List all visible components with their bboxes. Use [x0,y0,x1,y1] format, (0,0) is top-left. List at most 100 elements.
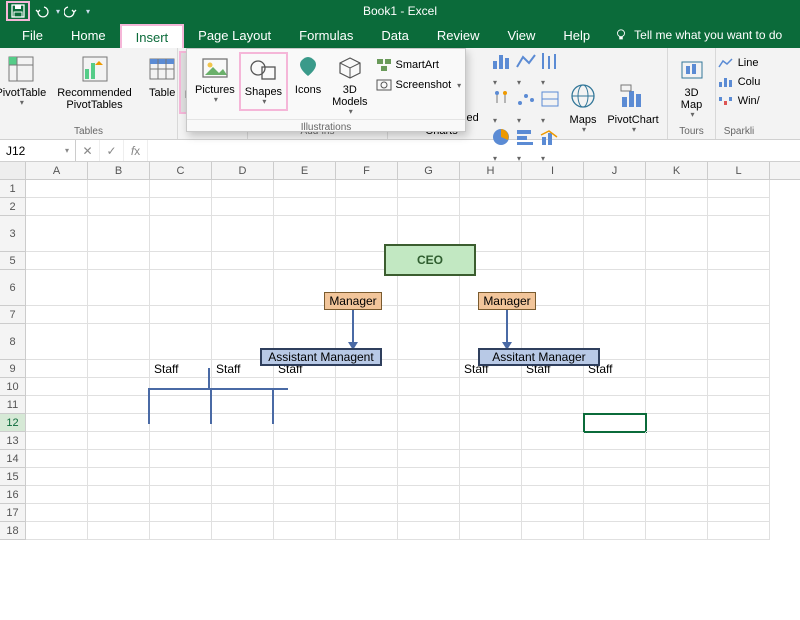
row-head-14[interactable]: 14 [0,450,26,468]
cell-B3[interactable] [88,216,150,252]
cell-A10[interactable] [26,378,88,396]
cell-H6[interactable] [460,270,522,306]
pivotchart-button[interactable]: PivotChart ▾ [605,78,661,137]
cell-A5[interactable] [26,252,88,270]
cell-J13[interactable] [584,432,646,450]
cell-F18[interactable] [336,522,398,540]
col-head-I[interactable]: I [522,162,584,179]
tab-formulas[interactable]: Formulas [285,22,367,48]
cell-H14[interactable] [460,450,522,468]
cell-A3[interactable] [26,216,88,252]
cell-G13[interactable] [398,432,460,450]
name-box[interactable]: J12 ▾ [0,140,76,161]
formula-enter[interactable]: ✓ [100,140,124,161]
cell-I8[interactable] [522,324,584,360]
cell-F3[interactable] [336,216,398,252]
col-head-C[interactable]: C [150,162,212,179]
row-head-5[interactable]: 5 [0,252,26,270]
cell-L18[interactable] [708,522,770,540]
cell-D15[interactable] [212,468,274,486]
cell-A9[interactable] [26,360,88,378]
cell-A12[interactable] [26,414,88,432]
3d-models-button[interactable]: 3D Models ▾ [328,52,371,119]
cell-F9[interactable] [336,360,398,378]
row-head-8[interactable]: 8 [0,324,26,360]
cell-E8[interactable] [274,324,336,360]
cell-I1[interactable] [522,180,584,198]
cell-H18[interactable] [460,522,522,540]
cell-I14[interactable] [522,450,584,468]
cell-B6[interactable] [88,270,150,306]
save-button[interactable] [6,1,30,21]
cell-A1[interactable] [26,180,88,198]
row-head-3[interactable]: 3 [0,216,26,252]
bar-chart-button[interactable]: ▾ [515,127,537,164]
icons-button[interactable]: Icons [288,52,328,98]
tab-file[interactable]: File [8,22,57,48]
table-button[interactable]: Table [143,51,181,101]
cell-H15[interactable] [460,468,522,486]
cell-F17[interactable] [336,504,398,522]
row-head-10[interactable]: 10 [0,378,26,396]
cell-A15[interactable] [26,468,88,486]
cell-L17[interactable] [708,504,770,522]
cell-G7[interactable] [398,306,460,324]
cell-G14[interactable] [398,450,460,468]
cell-A14[interactable] [26,450,88,468]
cell-C8[interactable] [150,324,212,360]
cell-J7[interactable] [584,306,646,324]
cell-B17[interactable] [88,504,150,522]
smartart-button[interactable]: SmartArt [372,56,466,74]
cell-I15[interactable] [522,468,584,486]
cell-H3[interactable] [460,216,522,252]
cell-L9[interactable] [708,360,770,378]
cell-B5[interactable] [88,252,150,270]
cell-I9[interactable]: Staff [522,360,584,378]
cell-F8[interactable] [336,324,398,360]
cell-H9[interactable]: Staff [460,360,522,378]
row-head-11[interactable]: 11 [0,396,26,414]
combo-chart-button[interactable]: ▾ [539,127,561,164]
row-head-17[interactable]: 17 [0,504,26,522]
cell-L14[interactable] [708,450,770,468]
cell-E15[interactable] [274,468,336,486]
tab-insert[interactable]: Insert [120,24,185,48]
undo-button[interactable] [34,4,50,18]
cell-E18[interactable] [274,522,336,540]
col-head-J[interactable]: J [584,162,646,179]
col-head-B[interactable]: B [88,162,150,179]
cell-J12[interactable] [584,414,646,432]
cell-A2[interactable] [26,198,88,216]
sparkline-wl-button[interactable]: Win/ [714,93,765,109]
cell-F11[interactable] [336,396,398,414]
cell-E13[interactable] [274,432,336,450]
cell-D6[interactable] [212,270,274,306]
cell-G16[interactable] [398,486,460,504]
cell-K3[interactable] [646,216,708,252]
surface-chart-button[interactable]: ▾ [539,89,561,126]
cell-G12[interactable] [398,414,460,432]
cell-G15[interactable] [398,468,460,486]
cell-C18[interactable] [150,522,212,540]
col-head-E[interactable]: E [274,162,336,179]
cell-K15[interactable] [646,468,708,486]
stock-chart-button[interactable]: ▾ [539,51,561,88]
cell-B10[interactable] [88,378,150,396]
row-head-12[interactable]: 12 [0,414,26,432]
cell-G5[interactable] [398,252,460,270]
cell-E14[interactable] [274,450,336,468]
cell-I13[interactable] [522,432,584,450]
cell-K16[interactable] [646,486,708,504]
cell-H1[interactable] [460,180,522,198]
cell-I17[interactable] [522,504,584,522]
cell-K6[interactable] [646,270,708,306]
tab-home[interactable]: Home [57,22,120,48]
cell-H12[interactable] [460,414,522,432]
cell-H17[interactable] [460,504,522,522]
col-head-D[interactable]: D [212,162,274,179]
hierarchy-chart-button[interactable]: ▾ [491,89,513,126]
tab-review[interactable]: Review [423,22,494,48]
cell-F15[interactable] [336,468,398,486]
cell-B12[interactable] [88,414,150,432]
pictures-button[interactable]: Pictures ▾ [191,52,239,107]
